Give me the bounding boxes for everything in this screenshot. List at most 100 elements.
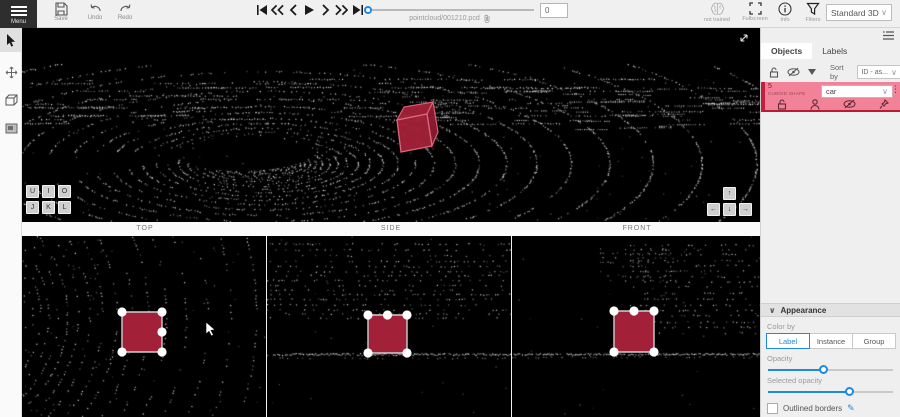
object-assign-icon[interactable] bbox=[810, 99, 820, 110]
fast-rewind-button[interactable] bbox=[271, 3, 284, 17]
hotkey-i[interactable]: I bbox=[42, 185, 55, 198]
selected-opacity-slider[interactable] bbox=[768, 391, 893, 393]
hotkey-k[interactable]: K bbox=[42, 201, 55, 214]
outlined-borders-label: Outlined borders bbox=[783, 404, 842, 413]
image-icon bbox=[5, 123, 18, 134]
filename-label: pointcloud/001210.pcd bbox=[409, 15, 479, 22]
selected-opacity-label: Selected opacity bbox=[767, 376, 900, 385]
hotkey-u[interactable]: U bbox=[26, 185, 39, 198]
object-class-select[interactable]: car ∨ bbox=[821, 85, 893, 98]
appearance-section: ∨ Appearance Color by Label Instance Gro… bbox=[761, 303, 900, 414]
arrow-right-button[interactable]: → bbox=[739, 203, 752, 216]
side-view-label: SIDE bbox=[268, 222, 514, 236]
object-class-value: car bbox=[826, 87, 836, 96]
expand-all-caret-icon[interactable] bbox=[808, 69, 816, 75]
arrow-down-button[interactable]: ↓ bbox=[723, 203, 736, 216]
annotation-app: Menu Save Undo Redo pointcloud/00121 bbox=[0, 0, 900, 417]
frame-number-input[interactable] bbox=[540, 3, 568, 18]
tab-labels[interactable]: Labels bbox=[812, 43, 857, 59]
opacity-slider-handle[interactable] bbox=[819, 365, 828, 374]
object-id: 5 bbox=[768, 83, 772, 90]
pan-tool-button[interactable] bbox=[0, 60, 22, 84]
edit-pencil-icon[interactable]: ✎ bbox=[847, 403, 855, 414]
menu-button[interactable]: Menu bbox=[0, 0, 37, 28]
cuboid-3d-annotation[interactable] bbox=[22, 28, 760, 222]
color-by-option-label[interactable]: Label bbox=[766, 333, 810, 349]
side-view-annotation[interactable] bbox=[267, 236, 511, 417]
appearance-header[interactable]: ∨ Appearance bbox=[761, 303, 900, 317]
front-view-pane[interactable] bbox=[512, 236, 760, 417]
hide-all-icon[interactable] bbox=[787, 67, 800, 77]
object-lock-icon[interactable] bbox=[777, 99, 787, 110]
arrow-left-button[interactable]: ← bbox=[707, 203, 720, 216]
frame-slider-handle[interactable] bbox=[364, 6, 372, 14]
filter-icon bbox=[806, 2, 820, 16]
side-view-pane[interactable] bbox=[267, 236, 511, 417]
lock-all-icon[interactable] bbox=[769, 67, 779, 78]
hotkey-j[interactable]: J bbox=[26, 201, 39, 214]
collapse-chevron-icon: ∨ bbox=[769, 306, 776, 315]
select-tool-button[interactable] bbox=[0, 28, 22, 52]
sort-select[interactable]: ID - as... ∨ bbox=[857, 65, 900, 79]
attachment-icon[interactable] bbox=[483, 14, 491, 23]
undo-button[interactable]: Undo bbox=[80, 2, 110, 27]
object-pin-icon[interactable] bbox=[879, 99, 889, 110]
opacity-slider[interactable] bbox=[768, 369, 893, 371]
top-view-label: TOP bbox=[22, 222, 268, 236]
next-frame-button[interactable] bbox=[319, 3, 332, 17]
view-mode-value: Standard 3D bbox=[831, 8, 879, 18]
sort-value: ID - as... bbox=[861, 69, 887, 76]
chevron-down-icon: ∨ bbox=[891, 68, 897, 77]
image-tool-button[interactable] bbox=[0, 116, 22, 140]
skip-start-button[interactable] bbox=[255, 3, 268, 17]
selected-opacity-slider-handle[interactable] bbox=[845, 387, 854, 396]
color-by-option-group[interactable]: Group bbox=[853, 333, 896, 349]
info-icon bbox=[778, 2, 792, 16]
hamburger-icon bbox=[11, 4, 27, 18]
cursor-icon bbox=[6, 34, 17, 47]
fullscreen-icon bbox=[749, 2, 762, 15]
objects-panel: Objects Labels Sort by ID - as... ∨ 5 CU… bbox=[760, 28, 900, 417]
opacity-label: Opacity bbox=[767, 354, 900, 363]
file-row: pointcloud/001210.pcd bbox=[340, 14, 560, 23]
panel-collapse-button[interactable] bbox=[882, 30, 895, 41]
fullscreen-button[interactable]: Fullscreen bbox=[738, 2, 772, 27]
tools-sidebar bbox=[0, 28, 22, 417]
object-more-menu[interactable]: ⋮ bbox=[891, 84, 900, 95]
object-shape-label: CUBOID SHAPE bbox=[768, 91, 806, 96]
navigation-arrows: ↑ ← ↓ → bbox=[707, 187, 752, 216]
object-list-item-car[interactable]: 5 CUBOID SHAPE car ∨ ⋮ bbox=[761, 82, 900, 112]
mouse-cursor bbox=[206, 322, 215, 336]
selected-opacity-slider-fill bbox=[768, 391, 849, 393]
appearance-title: Appearance bbox=[781, 306, 827, 315]
top-view-annotation[interactable] bbox=[22, 236, 266, 417]
redo-button[interactable]: Redo bbox=[110, 2, 140, 27]
rotation-hotkeys: U I O J K L bbox=[26, 185, 71, 214]
ai-model-button[interactable]: not trained bbox=[700, 2, 734, 27]
hotkey-l[interactable]: L bbox=[58, 201, 71, 214]
frame-slider[interactable] bbox=[368, 9, 534, 11]
expand-view-button[interactable] bbox=[738, 32, 750, 44]
color-by-option-instance[interactable]: Instance bbox=[810, 333, 853, 349]
save-icon bbox=[54, 2, 68, 16]
objects-toolbar: Sort by ID - as... ∨ bbox=[761, 62, 900, 82]
tab-objects[interactable]: Objects bbox=[761, 43, 812, 59]
object-hide-icon[interactable] bbox=[843, 99, 856, 110]
play-button[interactable] bbox=[303, 3, 316, 17]
cuboid-tool-button[interactable] bbox=[0, 88, 22, 112]
top-view-pane[interactable] bbox=[22, 236, 266, 417]
3d-viewport[interactable]: U I O J K L ↑ ← ↓ → bbox=[22, 28, 760, 222]
arrow-up-button[interactable]: ↑ bbox=[723, 187, 736, 200]
move-icon bbox=[5, 66, 18, 79]
front-view-annotation[interactable] bbox=[512, 236, 760, 417]
view-labels-strip: TOP SIDE FRONT bbox=[22, 222, 760, 236]
chevron-down-icon: ∨ bbox=[881, 8, 887, 17]
color-by-label: Color by bbox=[767, 322, 900, 331]
previous-frame-button[interactable] bbox=[287, 3, 300, 17]
hotkey-o[interactable]: O bbox=[58, 185, 71, 198]
brain-icon bbox=[710, 2, 725, 16]
save-button[interactable]: Save bbox=[46, 2, 76, 27]
filters-button[interactable]: Filters bbox=[796, 2, 830, 27]
outlined-borders-checkbox[interactable] bbox=[767, 403, 778, 414]
view-mode-select[interactable]: Standard 3D ∨ bbox=[826, 4, 892, 21]
